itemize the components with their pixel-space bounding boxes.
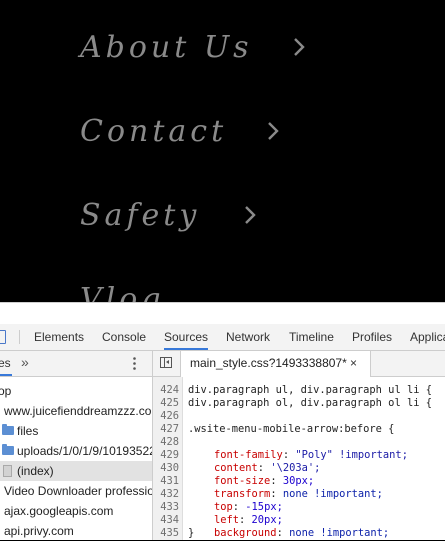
menu-item-vlog[interactable]: Vlog — [80, 274, 165, 303]
tab-divider — [19, 330, 20, 344]
code-line: 425 div.paragraph ol, div.paragraph ol li… — [160, 397, 432, 409]
code-line: 424 div.paragraph ul, div.paragraph ul li… — [160, 384, 432, 396]
code-line: 435} — [160, 527, 195, 539]
tree-item-uploads[interactable]: uploads/1/0/1/9/10193522 — [0, 441, 152, 461]
kebab-menu-icon[interactable] — [133, 357, 136, 370]
tab-elements[interactable]: Elements — [34, 324, 84, 350]
tree-item-video-downloader[interactable]: Video Downloader professio — [0, 481, 152, 501]
tree-item-index[interactable]: (index) — [0, 461, 152, 481]
navigator-sub-tab[interactable]: es — [0, 351, 12, 376]
tree-item-domain[interactable]: www.juicefienddreamzzz.co — [0, 401, 152, 421]
tab-profiles[interactable]: Profiles — [352, 324, 392, 350]
tab-timeline[interactable]: Timeline — [289, 324, 334, 350]
devtools-tab-bar: Elements Console Sources Network Timelin… — [0, 324, 445, 351]
file-tab-label: main_style.css?1493338807* — [190, 356, 347, 370]
editor-file-tab[interactable]: main_style.css?1493338807* × — [181, 351, 371, 377]
folder-icon — [2, 424, 14, 435]
sources-navigator: es » op www.juicefienddreamzzz.co files … — [0, 351, 153, 540]
source-editor: main_style.css?1493338807* × 424 div.para… — [153, 351, 445, 540]
code-line: 430 font-size: 30px; — [160, 462, 315, 487]
code-line: 427 .wsite-menu-mobile-arrow:before { — [160, 423, 395, 435]
code-line: 434 background: none !important; — [160, 514, 390, 539]
close-icon[interactable]: × — [350, 351, 357, 376]
device-toolbar-icon[interactable] — [0, 330, 6, 344]
menu-item-label: Contact — [80, 113, 228, 149]
menu-item-contact[interactable]: Contact — [80, 106, 227, 156]
code-line: 433 left: 20px; — [160, 501, 283, 526]
tree-item-top[interactable]: op — [0, 381, 152, 401]
file-icon — [3, 465, 12, 477]
chevron-right-icon[interactable] — [239, 204, 261, 226]
devtools-panel: Elements Console Sources Network Timelin… — [0, 302, 445, 540]
code-line: 428 font-family: "Poly" !important; — [160, 436, 408, 461]
code-line: 429 content: '\203a'; — [160, 449, 321, 474]
menu-item-label: Safety — [80, 197, 201, 233]
more-tabs-icon[interactable]: » — [21, 354, 29, 370]
toggle-navigator-icon[interactable] — [160, 357, 172, 368]
code-line: 431 transform: none !important; — [160, 475, 383, 500]
tree-item-files[interactable]: files — [0, 421, 152, 441]
menu-item-label: Vlog — [80, 281, 165, 303]
menu-item-safety[interactable]: Safety — [80, 190, 200, 240]
tab-network[interactable]: Network — [226, 324, 270, 350]
code-view[interactable]: 424 div.paragraph ul, div.paragraph ul li… — [153, 377, 445, 540]
tab-sources[interactable]: Sources — [164, 324, 209, 350]
chevron-right-icon[interactable] — [288, 36, 310, 58]
tab-application[interactable]: Applicat — [410, 324, 445, 350]
menu-item-about-us[interactable]: About Us — [80, 22, 253, 72]
code-line: 426 — [160, 410, 179, 422]
navigator-header: es » — [0, 351, 152, 377]
tree-item-ajax[interactable]: ajax.googleapis.com — [0, 501, 152, 521]
site-mobile-menu: About Us Contact Safety Vlog — [0, 0, 445, 302]
code-line: 432 top: -15px; — [160, 488, 283, 513]
chevron-right-icon[interactable] — [262, 120, 284, 142]
tab-console[interactable]: Console — [102, 324, 146, 350]
folder-icon — [2, 444, 14, 455]
editor-tab-bar: main_style.css?1493338807* × — [153, 351, 445, 377]
menu-item-label: About Us — [80, 29, 253, 65]
tree-item-privy[interactable]: api.privy.com — [0, 521, 152, 541]
